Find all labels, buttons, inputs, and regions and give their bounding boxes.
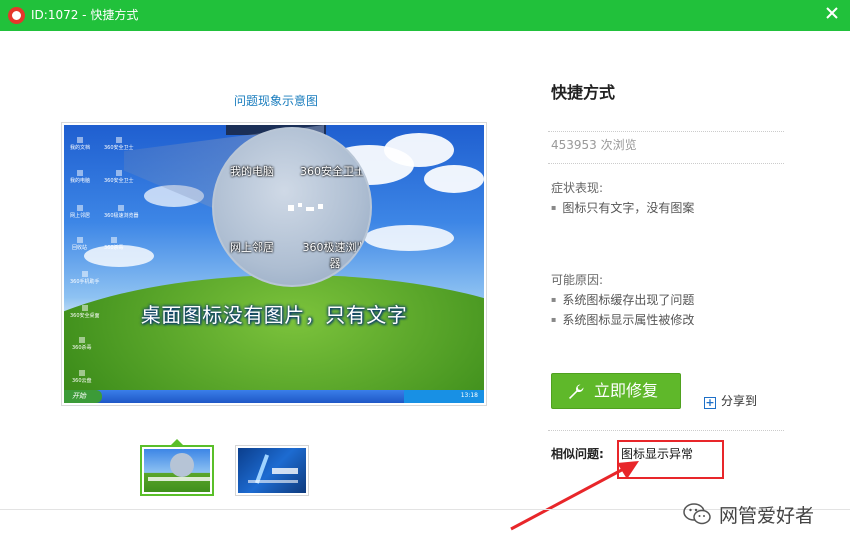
overlay-caption: 桌面图标没有图片，只有文字 xyxy=(140,303,408,327)
view-count: 453953 次浏览 xyxy=(551,138,637,152)
divider xyxy=(548,131,784,132)
annotation-arrow-icon xyxy=(510,461,639,531)
wrench-icon xyxy=(569,384,584,399)
preview-caption: 问题现象示意图 xyxy=(234,94,319,108)
fix-now-button[interactable]: 立即修复 xyxy=(551,373,681,409)
window-title: ID:1072 - 快捷方式 xyxy=(31,8,139,22)
watermark-text: 网管爱好者 xyxy=(719,505,815,527)
cause-heading: 可能原因: xyxy=(551,273,604,287)
cause-item: 系统图标缓存出现了问题 xyxy=(551,291,694,308)
plus-icon: + xyxy=(704,396,716,409)
divider xyxy=(548,163,784,164)
magnifier-label: 网上邻居 xyxy=(230,241,274,254)
symptom-heading: 症状表现: xyxy=(551,181,604,195)
magnifier-label: 360极速浏览器 xyxy=(302,241,368,270)
fix-now-label: 立即修复 xyxy=(594,381,659,400)
share-button[interactable]: + 分享到 xyxy=(704,392,757,409)
close-button[interactable] xyxy=(824,5,840,21)
preview-image: 我的文档 360安全卫士 我的电脑 360安全卫士 网上邻居 360极速浏览器 … xyxy=(61,122,487,406)
divider xyxy=(548,430,784,431)
system-tray: 13:18 xyxy=(404,390,484,403)
broken-icon-graphic xyxy=(288,203,323,211)
close-icon xyxy=(826,7,838,19)
thumbnail-2[interactable] xyxy=(235,445,309,496)
magnifier-label: 360安全卫士 xyxy=(300,165,365,178)
app-logo-icon xyxy=(8,7,25,24)
share-label: 分享到 xyxy=(721,394,758,408)
symptom-item: 图标只有文字，没有图案 xyxy=(551,199,694,216)
thumbnail-1[interactable] xyxy=(140,445,214,496)
desktop-illustration: 我的文档 360安全卫士 我的电脑 360安全卫士 网上邻居 360极速浏览器 … xyxy=(64,125,484,403)
taskbar: 开始 13:18 xyxy=(64,390,484,403)
cause-item: 系统图标显示属性被修改 xyxy=(551,311,694,328)
wechat-icon xyxy=(683,503,711,525)
magnifier-lens: 我的电脑 360安全卫士 网上邻居 360极速浏览器 xyxy=(212,127,372,287)
magnifier-label: 我的电脑 xyxy=(230,165,274,178)
solution-title: 快捷方式 xyxy=(551,83,616,102)
title-bar: ID:1072 - 快捷方式 xyxy=(0,0,850,31)
start-button: 开始 xyxy=(64,390,102,403)
tray-clock: 13:18 xyxy=(460,392,478,399)
